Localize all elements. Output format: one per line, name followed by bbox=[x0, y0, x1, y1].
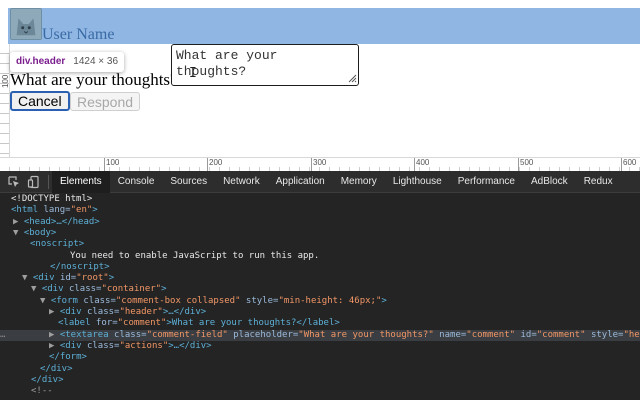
dom-comment-node[interactable]: <!-- bbox=[0, 386, 640, 397]
respond-button[interactable]: Respond bbox=[70, 92, 141, 111]
dom-node[interactable]: ▼ <div class="container"> bbox=[0, 284, 640, 295]
resize-grip-icon[interactable] bbox=[348, 74, 357, 83]
tab-elements[interactable]: Elements bbox=[52, 171, 110, 193]
tab-performance[interactable]: Performance bbox=[450, 171, 523, 193]
ruler-major-tick bbox=[207, 158, 208, 171]
collapse-arrow-icon[interactable]: ▼ bbox=[22, 273, 33, 283]
ruler-label: 600 bbox=[623, 158, 637, 167]
tab-network[interactable]: Network bbox=[215, 171, 268, 193]
device-toolbar-icon[interactable] bbox=[27, 175, 41, 189]
ruler-major-tick bbox=[518, 158, 519, 171]
tab-lighthouse[interactable]: Lighthouse bbox=[385, 171, 450, 193]
avatar bbox=[10, 8, 42, 40]
collapse-arrow-icon[interactable]: ▼ bbox=[40, 296, 51, 306]
devtools-panel: Elements Console Sources Network Applica… bbox=[0, 171, 640, 400]
ellipsis-icon: … bbox=[0, 329, 6, 340]
dom-node[interactable]: </noscript> bbox=[0, 262, 640, 273]
dom-node[interactable]: ▼ <div id="root"> bbox=[0, 273, 640, 284]
tab-console[interactable]: Console bbox=[110, 171, 163, 193]
collapse-arrow-icon[interactable]: ▼ bbox=[31, 284, 42, 294]
ruler-label: 500 bbox=[520, 158, 534, 167]
vertical-ruler bbox=[0, 44, 10, 171]
comment-textarea[interactable] bbox=[171, 44, 359, 86]
dom-node[interactable]: <noscript> bbox=[0, 239, 640, 250]
ruler-major-tick bbox=[621, 158, 622, 171]
dom-node[interactable]: ▶ <div class="actions">…</div> bbox=[0, 341, 640, 352]
dom-node[interactable]: <label for="comment">What are your thoug… bbox=[0, 318, 640, 329]
dom-node[interactable]: </form> bbox=[0, 352, 640, 363]
ruler-major-tick bbox=[104, 158, 105, 171]
dom-node[interactable]: <!DOCTYPE html> bbox=[0, 194, 640, 205]
dom-node[interactable]: ▶ <div class="header">…</div> bbox=[0, 307, 640, 318]
tooltip-element-size: 1424 × 36 bbox=[73, 56, 119, 67]
inspect-element-icon[interactable] bbox=[7, 175, 21, 189]
dom-node[interactable]: ▼ <body> bbox=[0, 228, 640, 239]
devtools-tabs: Elements Console Sources Network Applica… bbox=[52, 171, 621, 193]
dom-node-selected[interactable]: … ▶ <textarea class="comment-field" place… bbox=[0, 329, 640, 341]
collapse-arrow-icon[interactable]: ▼ bbox=[13, 228, 24, 238]
dom-node[interactable]: <html lang="en"> bbox=[0, 205, 640, 216]
dom-node[interactable]: </div> bbox=[0, 364, 640, 375]
tab-sources[interactable]: Sources bbox=[162, 171, 215, 193]
tab-memory[interactable]: Memory bbox=[333, 171, 385, 193]
vertical-ruler-label: 100 bbox=[1, 74, 10, 88]
dom-tree: <!DOCTYPE html> <html lang="en"> ▶ <head… bbox=[0, 194, 640, 400]
ruler-major-tick bbox=[311, 158, 312, 171]
toolbar-divider bbox=[48, 175, 49, 189]
dom-node[interactable]: </div> bbox=[0, 375, 640, 386]
tab-redux[interactable]: Redux bbox=[576, 171, 621, 193]
page-viewport: User Name What are your thoughts? I Canc… bbox=[0, 0, 640, 171]
dom-node[interactable]: ▼ <form class="comment-box collapsed" st… bbox=[0, 296, 640, 307]
ruler-label: 200 bbox=[209, 158, 223, 167]
text-cursor-icon: I bbox=[189, 66, 197, 81]
expand-arrow-icon[interactable]: ▶ bbox=[49, 330, 60, 340]
comment-label: What are your thoughts? bbox=[10, 70, 178, 89]
cancel-button[interactable]: Cancel bbox=[10, 91, 70, 111]
ruler-label: 100 bbox=[106, 158, 120, 167]
devtools-toolbar: Elements Console Sources Network Applica… bbox=[0, 171, 640, 193]
user-name: User Name bbox=[42, 26, 115, 43]
cat-avatar-icon bbox=[11, 9, 41, 39]
tab-application[interactable]: Application bbox=[268, 171, 333, 193]
dom-node[interactable]: ▶ <head>…</head> bbox=[0, 217, 640, 228]
inspect-tooltip: div.header 1424 × 36 bbox=[10, 52, 125, 72]
expand-arrow-icon[interactable]: ▶ bbox=[49, 307, 60, 317]
tooltip-element-name: div.header bbox=[16, 56, 66, 67]
expand-arrow-icon[interactable]: ▶ bbox=[13, 217, 24, 227]
ruler-label: 300 bbox=[313, 158, 327, 167]
dom-text-node[interactable]: You need to enable JavaScript to run thi… bbox=[0, 251, 640, 262]
ruler-label: 400 bbox=[416, 158, 430, 167]
tab-adblock[interactable]: AdBlock bbox=[523, 171, 576, 193]
ruler-major-tick bbox=[414, 158, 415, 171]
expand-arrow-icon[interactable]: ▶ bbox=[49, 341, 60, 351]
